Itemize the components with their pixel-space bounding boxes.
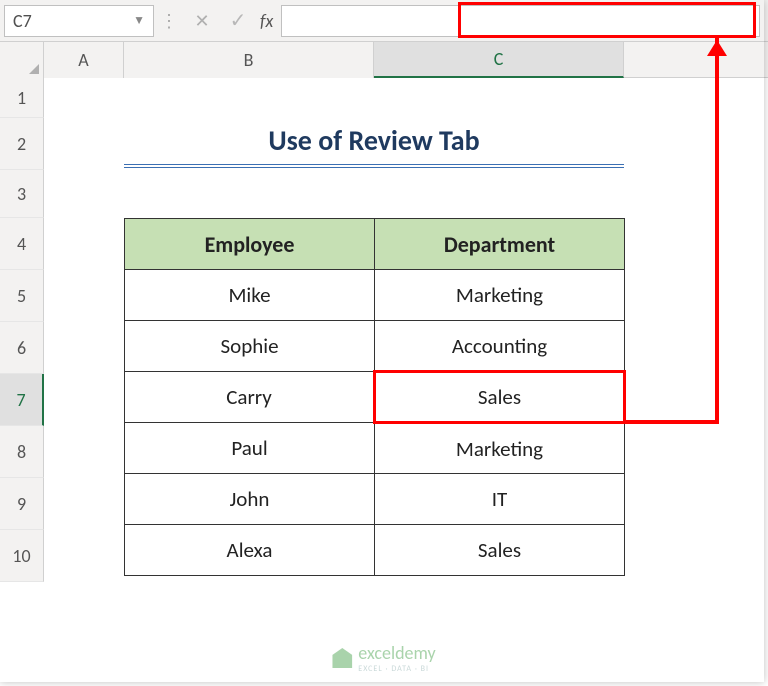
row-header-8[interactable]: 8: [0, 426, 44, 478]
name-box[interactable]: C7 ▼: [4, 5, 154, 37]
table-row: Mike Marketing: [125, 270, 625, 321]
watermark-brand: exceldemy: [358, 642, 435, 664]
cell-department[interactable]: Marketing: [375, 423, 625, 474]
column-header-c[interactable]: C: [374, 42, 624, 78]
sheet-grid: 1 2 3 4 5 6 7 8 9 10 Use of Review Tab E…: [0, 78, 768, 582]
column-headers: A B C: [0, 42, 768, 78]
column-header-b[interactable]: B: [124, 42, 374, 78]
watermark: exceldemy EXCEL · DATA · BI: [332, 642, 435, 674]
column-header-a[interactable]: A: [44, 42, 124, 78]
table-row: John IT: [125, 474, 625, 525]
data-table: Employee Department Mike Marketing Sophi…: [124, 218, 626, 576]
row-header-1[interactable]: 1: [0, 78, 44, 118]
row-header-7[interactable]: 7: [0, 374, 44, 426]
name-box-value: C7: [13, 10, 32, 32]
select-all-corner[interactable]: [0, 42, 44, 78]
chevron-down-icon[interactable]: ▼: [133, 13, 145, 28]
annotation-arrow-head: [707, 40, 727, 56]
enter-button[interactable]: ✓: [220, 5, 256, 37]
row-header-9[interactable]: 9: [0, 478, 44, 530]
cell-employee[interactable]: Sophie: [125, 321, 375, 372]
table-row: Sophie Accounting: [125, 321, 625, 372]
fx-label[interactable]: fx: [260, 10, 273, 32]
annotation-arrow-vertical: [715, 38, 719, 422]
table-row: Alexa Sales: [125, 525, 625, 576]
cell-department[interactable]: Sales: [375, 525, 625, 576]
table-row: Carry Sales: [125, 372, 625, 423]
cell-department[interactable]: IT: [375, 474, 625, 525]
annotation-arrow-horizontal: [625, 420, 719, 424]
cancel-button[interactable]: ✕: [184, 5, 220, 37]
row-header-4[interactable]: 4: [0, 218, 44, 270]
table-header-department[interactable]: Department: [375, 219, 625, 270]
table-header-employee[interactable]: Employee: [125, 219, 375, 270]
drag-handle-icon: ⋮: [160, 10, 178, 32]
cell-employee[interactable]: Alexa: [125, 525, 375, 576]
row-header-5[interactable]: 5: [0, 270, 44, 322]
row-header-10[interactable]: 10: [0, 530, 44, 582]
cell-employee[interactable]: Mike: [125, 270, 375, 321]
cell-employee[interactable]: Paul: [125, 423, 375, 474]
cell-department[interactable]: Marketing: [375, 270, 625, 321]
watermark-tag: EXCEL · DATA · BI: [358, 664, 435, 674]
cell-employee[interactable]: John: [125, 474, 375, 525]
spreadsheet: A B C 1 2 3 4 5 6 7 8 9 10 Use of Review…: [0, 42, 768, 582]
row-header-2[interactable]: 2: [0, 118, 44, 170]
watermark-icon: [332, 648, 352, 668]
row-header-3[interactable]: 3: [0, 170, 44, 218]
row-header-6[interactable]: 6: [0, 322, 44, 374]
cell-department[interactable]: Accounting: [375, 321, 625, 372]
cell-employee[interactable]: Carry: [125, 372, 375, 423]
annotation-formula-highlight: [458, 2, 756, 38]
sheet-title: Use of Review Tab: [124, 116, 624, 168]
cell-c7-department[interactable]: Sales: [375, 372, 625, 423]
watermark-text-wrap: exceldemy EXCEL · DATA · BI: [358, 642, 435, 674]
table-row: Paul Marketing: [125, 423, 625, 474]
